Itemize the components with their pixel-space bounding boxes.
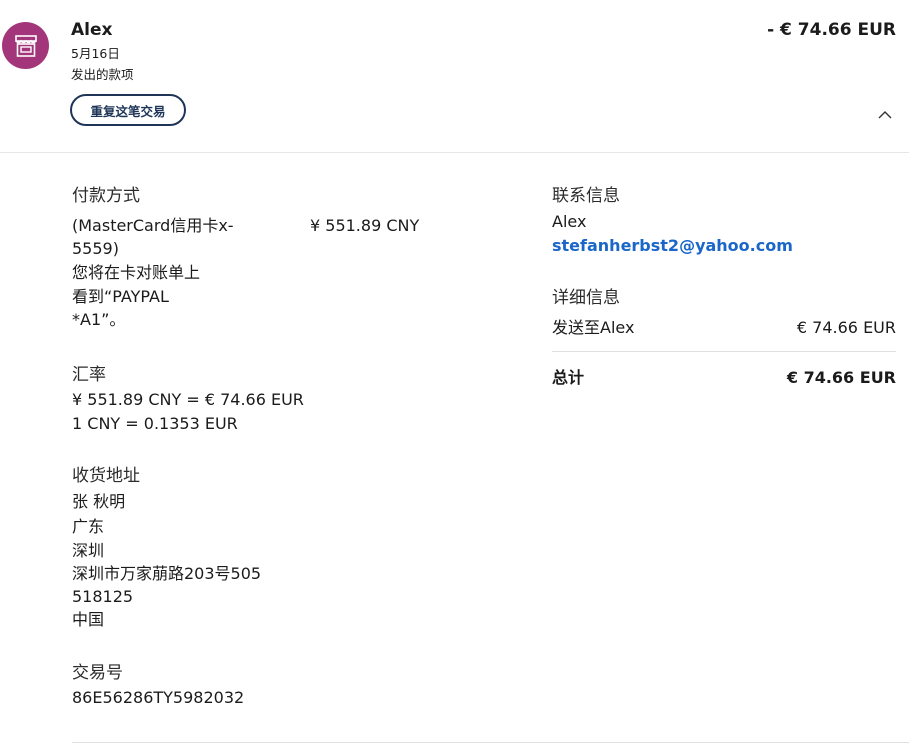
merchant-name: Alex (71, 20, 113, 40)
total-amount: € 74.66 EUR (786, 368, 896, 387)
address-line: 518125 (72, 587, 134, 606)
transaction-type: 发出的款项 (71, 67, 134, 82)
exchange-rate-line-2: 1 CNY = 0.1353 EUR (72, 414, 238, 433)
chevron-up-icon[interactable] (876, 108, 894, 122)
exchange-rate-line-1: ¥ 551.89 CNY = € 74.66 EUR (72, 390, 304, 409)
transaction-header: Alex 5月16日 发出的款项 重复这笔交易 - € 74.66 EUR (0, 0, 909, 153)
sent-to-amount: € 74.66 EUR (796, 318, 896, 337)
contact-name: Alex (552, 212, 587, 231)
contact-info-label: 联系信息 (552, 186, 620, 206)
bottom-divider (72, 742, 909, 743)
address-line: 深圳 (72, 541, 105, 560)
address-line: 中国 (72, 610, 105, 629)
card-line-2: 5559) (72, 239, 119, 258)
total-label: 总计 (552, 368, 585, 387)
payment-amount: ¥ 551.89 CNY (310, 216, 420, 235)
card-line-4: 看到“PAYPAL (72, 287, 169, 306)
exchange-rate-label: 汇率 (72, 365, 106, 385)
address-line: 广东 (72, 517, 105, 536)
contact-email-link[interactable]: stefanherbst2@yahoo.com (552, 236, 793, 255)
address-line: 张 秋明 (72, 492, 126, 511)
card-line-1: (MasterCard信用卡x- (72, 216, 234, 235)
merchant-avatar (2, 22, 49, 69)
details-label: 详细信息 (552, 288, 620, 308)
shipping-address-label: 收货地址 (72, 466, 140, 486)
transaction-id-label: 交易号 (72, 663, 123, 683)
details-divider (552, 351, 896, 352)
payment-method-label: 付款方式 (72, 186, 140, 206)
sent-to-label: 发送至Alex (552, 318, 635, 337)
card-line-3: 您将在卡对账单上 (72, 263, 201, 282)
storefront-icon (14, 34, 37, 57)
transaction-date: 5月16日 (71, 46, 120, 61)
transaction-id-value: 86E56286TY5982032 (72, 688, 245, 707)
transaction-amount: - € 74.66 EUR (767, 20, 896, 40)
repeat-transaction-button[interactable]: 重复这笔交易 (70, 94, 186, 126)
address-line: 深圳市万家萠路203号505 (72, 564, 262, 583)
card-line-5: *A1”。 (72, 310, 126, 329)
